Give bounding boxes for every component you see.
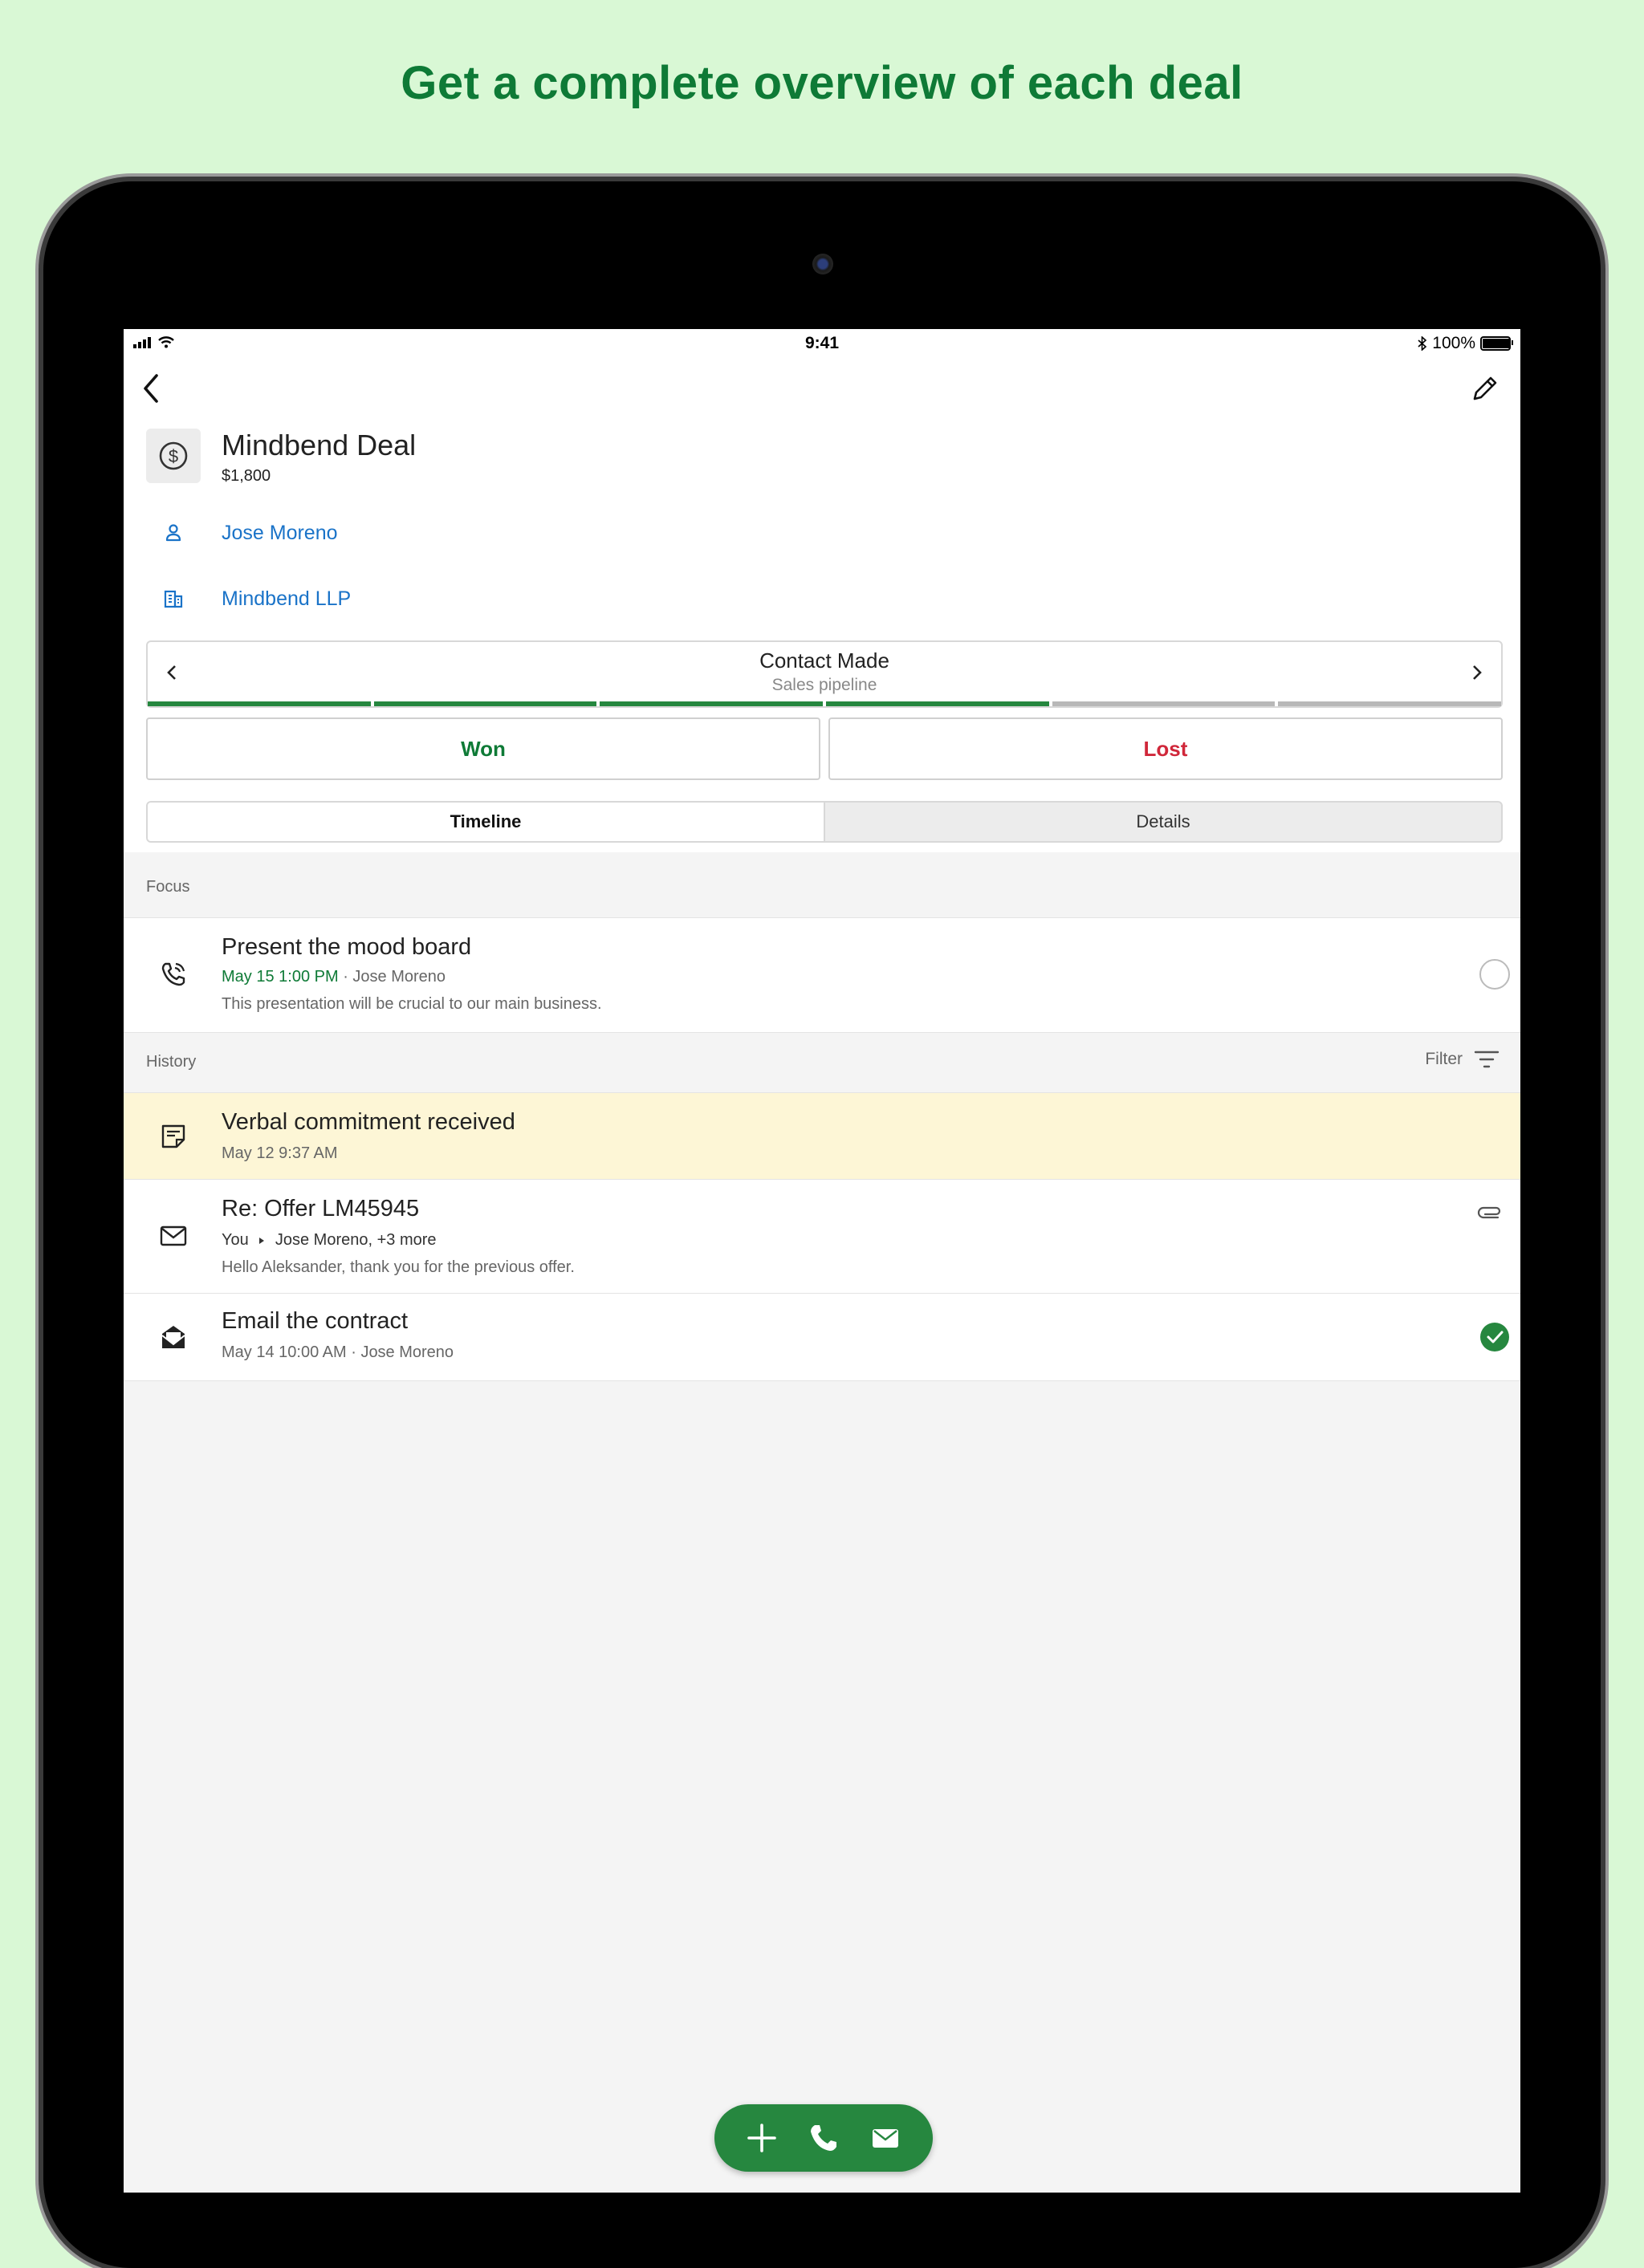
- stage-progress: [148, 701, 1502, 706]
- history-email-snippet: Hello Aleksander, thank you for the prev…: [222, 1258, 575, 1276]
- history-note-row[interactable]: Verbal commitment received May 12 9:37 A…: [124, 1092, 1520, 1181]
- edit-button[interactable]: [1461, 364, 1509, 413]
- task-done-checkbox[interactable]: [1479, 1321, 1511, 1353]
- lost-label: Lost: [1143, 736, 1188, 761]
- add-icon: [747, 2124, 776, 2152]
- dollar-circle-icon: $: [159, 441, 188, 470]
- status-right: 100%: [1418, 334, 1513, 353]
- phone-activity-icon: [156, 957, 191, 992]
- call-button[interactable]: [800, 2114, 848, 2162]
- pipeline-stage-selector: Contact Made Sales pipeline: [146, 640, 1503, 708]
- call-icon: [810, 2125, 836, 2151]
- history-task-date: May 14 10:00 AM: [222, 1343, 347, 1361]
- note-icon: [156, 1119, 191, 1154]
- status-bar: 9:41 100%: [124, 329, 1520, 358]
- focus-section-label: Focus: [146, 878, 190, 896]
- next-stage-button[interactable]: [1461, 656, 1493, 689]
- mail-icon: [873, 2129, 899, 2148]
- battery-fill: [1483, 339, 1510, 348]
- focus-activity-note: This presentation will be crucial to our…: [222, 995, 602, 1013]
- email-button[interactable]: [861, 2114, 909, 2162]
- stage-step-2: [373, 701, 597, 706]
- check-circle-icon: [1480, 1323, 1509, 1351]
- chevron-right-icon: [1473, 665, 1482, 680]
- view-segmented-control: Timeline Details: [146, 801, 1503, 843]
- app-screen: 9:41 100% $ Mindbend Deal $1,800 Jose Mo…: [124, 329, 1520, 2193]
- tab-details[interactable]: Details: [825, 803, 1501, 841]
- deal-organization-name: Mindbend LLP: [222, 587, 352, 610]
- circle-outline-icon: [1479, 959, 1510, 990]
- person-icon: [165, 524, 181, 542]
- focus-activity-meta: May 15 1:00 PM · Jose Moreno: [222, 968, 446, 986]
- email-recipients: Jose Moreno, +3 more: [275, 1231, 437, 1249]
- building-icon: [164, 590, 183, 608]
- focus-activity-person: Jose Moreno: [352, 968, 446, 986]
- email-task-icon: [156, 1319, 191, 1355]
- battery-icon: [1480, 336, 1513, 351]
- chevron-left-icon: [144, 374, 158, 403]
- history-email-subject: Re: Offer LM45945: [222, 1196, 420, 1221]
- won-label: Won: [461, 736, 506, 761]
- history-filter-button[interactable]: Filter: [1425, 1050, 1500, 1069]
- pencil-icon: [1473, 376, 1497, 400]
- stage-step-4: [826, 701, 1049, 706]
- deal-person-link[interactable]: Jose Moreno: [124, 509, 1520, 557]
- battery-percent: 100%: [1432, 334, 1475, 352]
- attachment-icon: [1475, 1199, 1504, 1223]
- focus-activity-title: Present the mood board: [222, 934, 472, 960]
- history-task-row[interactable]: Email the contract May 14 10:00 AM · Jos…: [124, 1293, 1520, 1381]
- quick-action-bar: [714, 2104, 933, 2172]
- back-button[interactable]: [127, 364, 175, 413]
- stage-step-3: [600, 701, 824, 706]
- stage-step-6: [1278, 701, 1502, 706]
- focus-activity-row[interactable]: Present the mood board May 15 1:00 PM · …: [124, 917, 1520, 1033]
- page-headline: Get a complete overview of each deal: [401, 57, 1243, 109]
- meta-separator: ·: [351, 1343, 361, 1361]
- filter-icon: [1474, 1051, 1500, 1068]
- mail-icon: [156, 1218, 191, 1254]
- stage-step-5: [1052, 701, 1276, 706]
- caret-right-icon: [259, 1237, 265, 1244]
- history-task-meta: May 14 10:00 AM · Jose Moreno: [222, 1343, 454, 1362]
- focus-activity-date: May 15 1:00 PM: [222, 968, 339, 986]
- stage-name: Contact Made: [759, 648, 889, 673]
- history-section-label: History: [146, 1053, 197, 1071]
- tab-timeline[interactable]: Timeline: [148, 803, 825, 841]
- email-sender: You: [222, 1231, 249, 1249]
- mark-done-checkbox[interactable]: [1479, 958, 1511, 990]
- meta-separator: ·: [343, 968, 353, 986]
- svg-text:$: $: [169, 446, 178, 466]
- history-note-date: May 12 9:37 AM: [222, 1144, 338, 1162]
- pipeline-name: Sales pipeline: [771, 676, 877, 694]
- won-button[interactable]: Won: [146, 717, 820, 780]
- status-time: 9:41: [804, 334, 840, 352]
- history-task-person: Jose Moreno: [360, 1343, 454, 1361]
- history-email-recipients: You Jose Moreno, +3 more: [222, 1231, 437, 1250]
- lost-button[interactable]: Lost: [828, 717, 1503, 780]
- deal-avatar: $: [146, 429, 201, 483]
- history-note-title: Verbal commitment received: [222, 1109, 515, 1135]
- deal-organization-link[interactable]: Mindbend LLP: [124, 575, 1520, 623]
- deal-title: Mindbend Deal: [222, 429, 417, 461]
- bluetooth-icon: [1418, 336, 1427, 351]
- front-camera: [812, 254, 833, 274]
- add-button[interactable]: [738, 2114, 786, 2162]
- deal-person-name: Jose Moreno: [222, 522, 338, 544]
- deal-value: $1,800: [222, 467, 271, 485]
- history-email-row[interactable]: Re: Offer LM45945 You Jose Moreno, +3 mo…: [124, 1179, 1520, 1295]
- history-task-title: Email the contract: [222, 1308, 409, 1334]
- stage-step-1: [148, 701, 371, 706]
- filter-label: Filter: [1425, 1050, 1463, 1068]
